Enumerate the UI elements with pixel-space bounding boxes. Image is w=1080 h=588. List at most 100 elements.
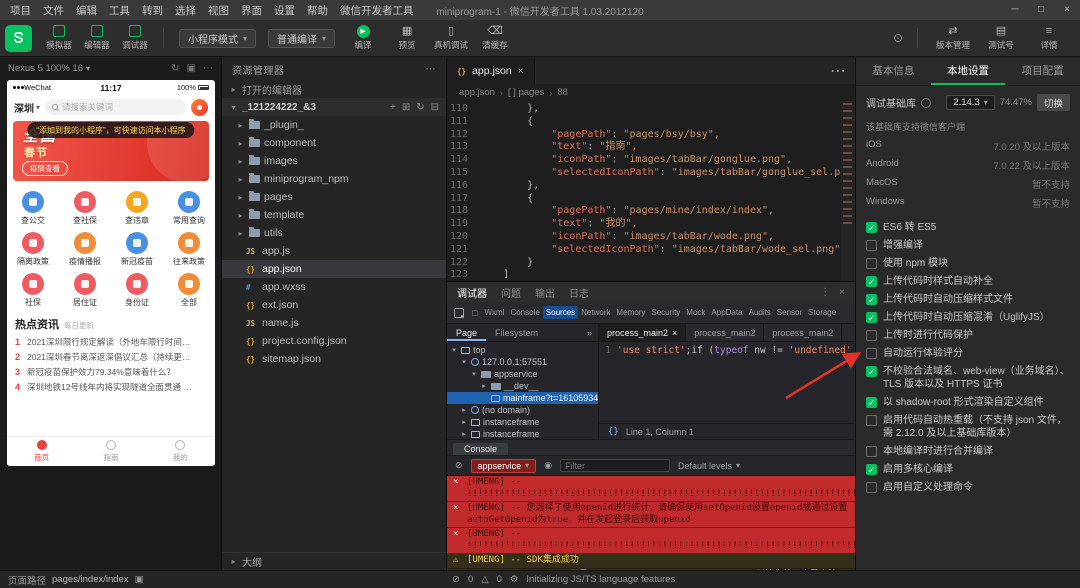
tree-row[interactable]: ▸ instanceframe <box>447 428 598 439</box>
grid-item[interactable]: 查社保 <box>59 187 111 228</box>
code-line[interactable]: 118 "pagePath": "pages/mine/index/index"… <box>447 205 855 218</box>
breadcrumb-node[interactable]: [ ] pages <box>508 87 544 98</box>
code-line[interactable]: 123 ] <box>447 269 855 281</box>
editor-tab-appjson[interactable]: {} app.json × <box>447 58 535 84</box>
menu-view[interactable]: 视图 <box>202 3 235 18</box>
info-icon[interactable] <box>921 97 931 108</box>
news-item[interactable]: 4 深圳地铁12号线年内将实现隧道全面贯通 … <box>15 379 207 394</box>
menu-help[interactable]: 帮助 <box>301 3 334 18</box>
minimap[interactable] <box>841 101 855 281</box>
grid-item[interactable]: 居住证 <box>59 269 111 310</box>
option-compress-style[interactable]: 上传代码时自动压缩样式文件 <box>866 293 1070 306</box>
menu-select[interactable]: 选择 <box>169 3 202 18</box>
checkbox[interactable] <box>866 397 877 408</box>
menu-wechat-devtools[interactable]: 微信开发者工具 <box>334 3 420 18</box>
tree-row[interactable]: ▸ __dev__ <box>447 380 598 392</box>
option-auto-audit[interactable]: 自动运行体验评分 <box>866 347 1070 360</box>
warnings-icon[interactable]: △ <box>481 574 488 585</box>
outline-section[interactable]: ▸ 大纲 <box>222 552 446 570</box>
menu-file[interactable]: 文件 <box>37 3 70 18</box>
base-library-version-dropdown[interactable]: 2.14.3 ▾ <box>946 95 995 110</box>
tab-home[interactable]: 首页 <box>7 437 76 466</box>
checkbox[interactable] <box>866 276 877 287</box>
new-file-icon[interactable]: + <box>390 102 396 113</box>
code-line[interactable]: 115 "selectedIconPath": "images/tabBar/g… <box>447 167 855 180</box>
checkbox[interactable] <box>866 330 877 341</box>
code-line[interactable]: 114 "iconPath": "images/tabBar/gonglue.p… <box>447 154 855 167</box>
tab-guide[interactable]: 指南 <box>76 437 145 466</box>
option-npm-module[interactable]: 使用 npm 模块 <box>866 257 1070 270</box>
devtools-tab-network[interactable]: Network <box>578 306 613 319</box>
new-folder-icon[interactable]: ⊞ <box>402 102 410 113</box>
menu-goto[interactable]: 转到 <box>136 3 169 18</box>
tree-item-file[interactable]: {} ext.json <box>222 296 446 314</box>
grid-item[interactable]: 身份证 <box>111 269 163 310</box>
breadcrumb-index[interactable]: 88 <box>557 87 568 98</box>
source-code[interactable]: 1 'use strict';if (typeof nw != 'undefin… <box>599 342 855 423</box>
option-hot-reload[interactable]: 启用代码自动热重载（不支持 json 文件，需 2.12.0 及以上基础库版本） <box>866 414 1070 440</box>
close-button[interactable]: × <box>1054 0 1080 20</box>
source-file-tab[interactable]: process_main2 <box>764 324 843 341</box>
tab-mine[interactable]: 我的 <box>146 437 215 466</box>
console-warning-message[interactable]: ⚠ [UMENG] -- SDK集成成功 <box>447 554 855 569</box>
code-line[interactable]: 117 { <box>447 193 855 206</box>
checkbox[interactable] <box>866 240 877 251</box>
devtools-tab-mock[interactable]: Mock <box>683 306 708 319</box>
search-input[interactable]: 请搜索关键词 <box>45 99 186 115</box>
open-editors-section[interactable]: ▸ 打开的编辑器 <box>222 80 446 98</box>
toggle-debugger[interactable]: 调试器 <box>117 25 153 51</box>
code-line[interactable]: 122 } <box>447 257 855 270</box>
console-error-message[interactable]: × [UMENG] -- !!!!!!!!!!!!!!!!!!!!!!!!!!!!… <box>447 476 855 502</box>
toggle-simulator[interactable]: 模拟器 <box>41 25 77 51</box>
checkbox[interactable] <box>866 464 877 475</box>
more-icon[interactable]: ⋯ <box>203 63 213 74</box>
tree-item-file[interactable]: # app.wxss <box>222 278 446 296</box>
page-path-value[interactable]: pages/index/index <box>52 574 129 585</box>
code-line[interactable]: 120 "iconPath": "images/tabBar/wode.png"… <box>447 231 855 244</box>
tree-row[interactable]: ▾ top <box>447 344 598 356</box>
clear-cache-button[interactable]: ⌫ 清缓存 <box>474 25 516 51</box>
option-es6-to-es5[interactable]: ES6 转 ES5 <box>866 221 1070 234</box>
tab-local-settings[interactable]: 本地设置 <box>930 58 1006 85</box>
tree-row[interactable]: ▸ (no domain) <box>447 404 598 416</box>
devtools-tab-audits[interactable]: Audits <box>746 306 774 319</box>
refresh-icon[interactable]: ↻ <box>416 102 424 113</box>
tree-item-folder[interactable]: ▸ template <box>222 206 446 224</box>
option-enhanced-compile[interactable]: 增强编译 <box>866 239 1070 252</box>
copy-icon[interactable]: ▣ <box>135 574 144 585</box>
grid-item[interactable]: 查违章 <box>111 187 163 228</box>
grid-item[interactable]: 常用查询 <box>163 187 215 228</box>
search-action-button[interactable] <box>191 98 208 116</box>
tree-item-file-selected[interactable]: {} app.json <box>222 260 446 278</box>
devtools-tab-console[interactable]: Console <box>507 306 542 319</box>
tab-basic-info[interactable]: 基本信息 <box>856 58 931 85</box>
tree-row[interactable]: ▸ instanceframe <box>447 416 598 428</box>
mode-dropdown[interactable]: 小程序模式 ▾ <box>179 28 257 48</box>
remote-debug-button[interactable]: ▯ 真机调试 <box>430 25 472 51</box>
tree-item-file[interactable]: JS app.js <box>222 242 446 260</box>
source-file-tab[interactable]: process_main2 <box>686 324 765 341</box>
menu-project[interactable]: 项目 <box>4 3 37 18</box>
editor-more-icon[interactable]: ⋯ <box>821 61 855 81</box>
epidemic-view-button[interactable]: 疫情查看 <box>22 161 68 176</box>
console-error-message[interactable]: × [UMENG] -- !!!!!!!!!!!!!!!!!!!!!!!!!!!!… <box>447 528 855 554</box>
toggle-editor[interactable]: 编辑器 <box>79 25 115 51</box>
checkbox[interactable] <box>866 415 877 426</box>
checkbox[interactable] <box>866 348 877 359</box>
console-error-message[interactable]: × [UMENG] -- 您选择了使用openid进行统计，请确保使用setOpe… <box>447 502 855 528</box>
breadcrumb-file[interactable]: app.json <box>459 87 495 98</box>
grid-item[interactable]: 隔离政策 <box>7 228 59 269</box>
checkbox[interactable] <box>866 446 877 457</box>
collapse-icon[interactable]: ⊟ <box>431 102 439 113</box>
test-account-button[interactable]: ▤ 测试号 <box>980 25 1022 51</box>
details-button[interactable]: ≡ 详情 <box>1028 25 1070 51</box>
checkbox[interactable] <box>866 258 877 269</box>
devtools-tab-security[interactable]: Security <box>648 306 683 319</box>
device-toolbar-icon[interactable]: □ <box>468 308 481 318</box>
pretty-print-icon[interactable]: {} <box>608 427 619 437</box>
option-shadow-root[interactable]: 以 shadow-root 形式渲染自定义组件 <box>866 396 1070 409</box>
checkbox[interactable] <box>866 366 877 377</box>
grid-item[interactable]: 新冠疫苗 <box>111 228 163 269</box>
close-icon[interactable]: × <box>839 287 845 298</box>
more-icon[interactable]: ⋯ <box>426 64 437 75</box>
